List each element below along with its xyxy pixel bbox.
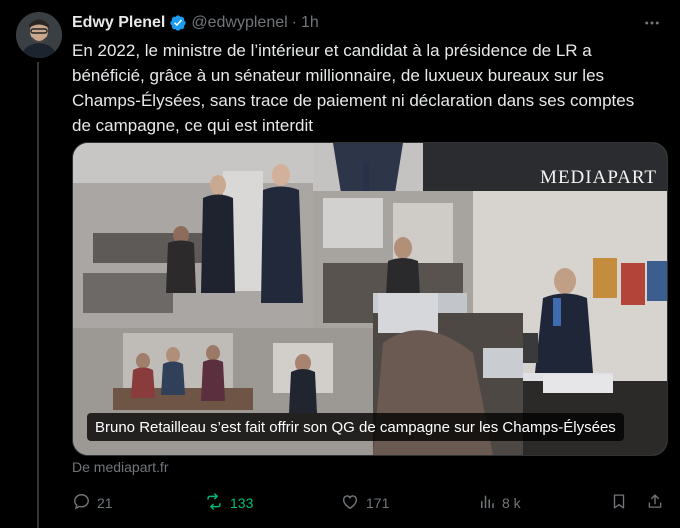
media-collage-image	[73, 143, 667, 455]
like-icon	[340, 492, 366, 514]
author-name[interactable]: Edwy Plenel	[72, 14, 165, 32]
like-button[interactable]: 171	[340, 488, 389, 518]
timestamp[interactable]: 1h	[301, 14, 319, 32]
views-icon	[478, 492, 502, 514]
reply-count: 21	[97, 495, 113, 511]
more-icon[interactable]	[640, 12, 664, 34]
bookmark-button[interactable]	[610, 488, 634, 518]
tweet-text-line: Champs-Élysées, sans trace de paiement n…	[72, 91, 635, 110]
link-card-media[interactable]: MEDIAPART Bruno Retailleau s’est fait of…	[72, 142, 668, 456]
avatar[interactable]	[16, 12, 62, 58]
tweet-text-line: En 2022, le ministre de l’intérieur et c…	[72, 41, 592, 60]
views-button[interactable]: 8 k	[478, 488, 521, 518]
bookmark-icon	[610, 492, 634, 514]
retweet-button[interactable]: 133	[204, 488, 253, 518]
tweet-text-line: de campagne, ce qui est interdit	[72, 116, 313, 135]
action-bar: 21 133 171 8 k	[72, 488, 668, 518]
share-button[interactable]	[646, 488, 670, 518]
reply-icon	[72, 492, 97, 514]
thread-line	[37, 62, 39, 528]
tweet-text-line: bénéficié, grâce à un sénateur millionna…	[72, 66, 605, 85]
link-source[interactable]: De mediapart.fr	[72, 459, 168, 475]
separator: ·	[291, 14, 297, 31]
share-icon	[646, 492, 670, 514]
like-count: 171	[366, 495, 390, 511]
media-caption: Bruno Retailleau s’est fait offrir son Q…	[87, 413, 624, 441]
author-handle[interactable]: @edwyplenel	[191, 14, 287, 32]
reply-button[interactable]: 21	[72, 488, 113, 518]
views-count: 8 k	[502, 495, 521, 511]
verified-badge-icon	[169, 14, 187, 32]
retweet-icon	[204, 492, 230, 514]
tweet-header: Edwy Plenel @edwyplenel · 1h	[72, 12, 664, 34]
tweet-text: En 2022, le ministre de l’intérieur et c…	[72, 38, 668, 138]
mediapart-watermark: MEDIAPART	[540, 167, 657, 188]
retweet-count: 133	[230, 495, 254, 511]
